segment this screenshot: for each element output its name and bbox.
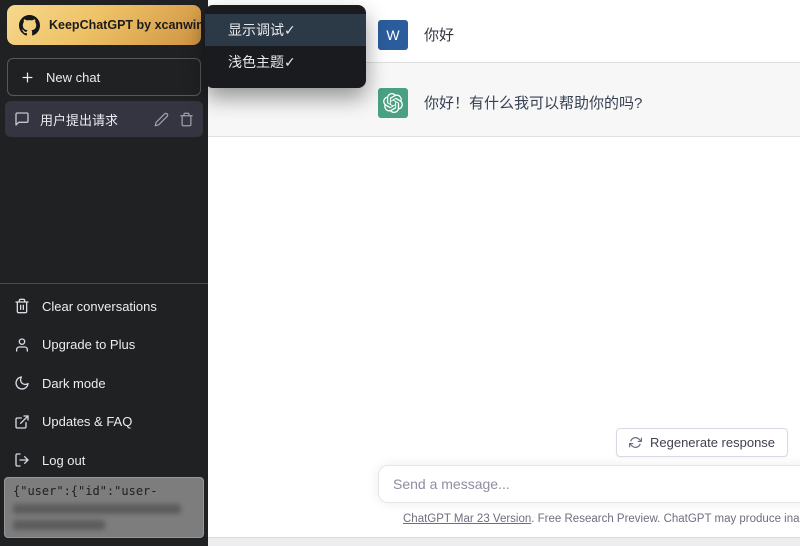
- sidebar-item-dark-mode[interactable]: Dark mode: [0, 364, 208, 403]
- sidebar-item-label: Log out: [42, 453, 85, 468]
- footer-text: . Free Research Preview. ChatGPT may pro…: [531, 513, 800, 525]
- sidebar-item-clear-conversations[interactable]: Clear conversations: [0, 287, 208, 326]
- sidebar-item-upgrade-to-plus[interactable]: Upgrade to Plus: [0, 326, 208, 365]
- sidebar-item-label: Clear conversations: [42, 299, 157, 314]
- moon-icon: [14, 375, 30, 391]
- debug-info-box: {"user":{"id":"user-: [4, 477, 204, 538]
- keepchatgpt-brand-button[interactable]: KeepChatGPT by xcanwin: [7, 5, 201, 45]
- keepchatgpt-context-menu: 显示调试✓ 浅色主题✓: [205, 5, 366, 88]
- version-link[interactable]: ChatGPT Mar 23 Version: [403, 513, 531, 525]
- sidebar-item-label: Updates & FAQ: [42, 414, 132, 429]
- regenerate-icon: [629, 436, 642, 449]
- sidebar-item-label: Upgrade to Plus: [42, 337, 135, 352]
- delete-trash-icon[interactable]: [179, 112, 194, 127]
- chat-bubble-icon: [14, 111, 30, 127]
- conversation-title: 用户提出请求: [40, 110, 144, 129]
- plus-icon: [20, 70, 35, 85]
- sidebar: KeepChatGPT by xcanwin New chat 用户提出请求 C…: [0, 0, 208, 546]
- regenerate-response-button[interactable]: Regenerate response: [616, 428, 788, 457]
- redacted-text-bar: [13, 520, 105, 530]
- assistant-avatar: [378, 88, 408, 118]
- debug-json-text: {"user":{"id":"user-: [13, 484, 195, 498]
- regenerate-label: Regenerate response: [650, 435, 775, 450]
- brand-label: KeepChatGPT by xcanwin: [49, 18, 204, 32]
- user-message-text: 你好: [424, 25, 454, 47]
- redacted-text-bar: [13, 504, 181, 514]
- edit-pencil-icon[interactable]: [154, 112, 169, 127]
- new-chat-label: New chat: [46, 70, 100, 85]
- person-icon: [14, 337, 30, 353]
- logout-icon: [14, 452, 30, 468]
- external-link-icon: [14, 414, 30, 430]
- footer-disclaimer: ChatGPT Mar 23 Version. Free Research Pr…: [403, 513, 800, 525]
- openai-logo-icon: [383, 93, 403, 113]
- sidebar-bottom-menu: Clear conversations Upgrade to Plus Dark…: [0, 283, 208, 480]
- sidebar-item-log-out[interactable]: Log out: [0, 441, 208, 480]
- sidebar-item-updates-faq[interactable]: Updates & FAQ: [0, 403, 208, 442]
- conversation-item[interactable]: 用户提出请求: [5, 101, 203, 137]
- user-avatar: W: [378, 20, 408, 50]
- menu-item-light-theme[interactable]: 浅色主题✓: [205, 46, 366, 78]
- conversation-actions: [154, 112, 194, 127]
- menu-item-show-debug[interactable]: 显示调试✓: [205, 14, 366, 46]
- new-chat-button[interactable]: New chat: [7, 58, 201, 96]
- window-bottom-edge: [208, 537, 800, 546]
- trash-icon: [14, 298, 30, 314]
- github-icon: [19, 15, 40, 36]
- assistant-message-text: 你好！有什么我可以帮助你的吗?: [424, 93, 642, 115]
- message-input[interactable]: [378, 465, 800, 503]
- sidebar-item-label: Dark mode: [42, 376, 106, 391]
